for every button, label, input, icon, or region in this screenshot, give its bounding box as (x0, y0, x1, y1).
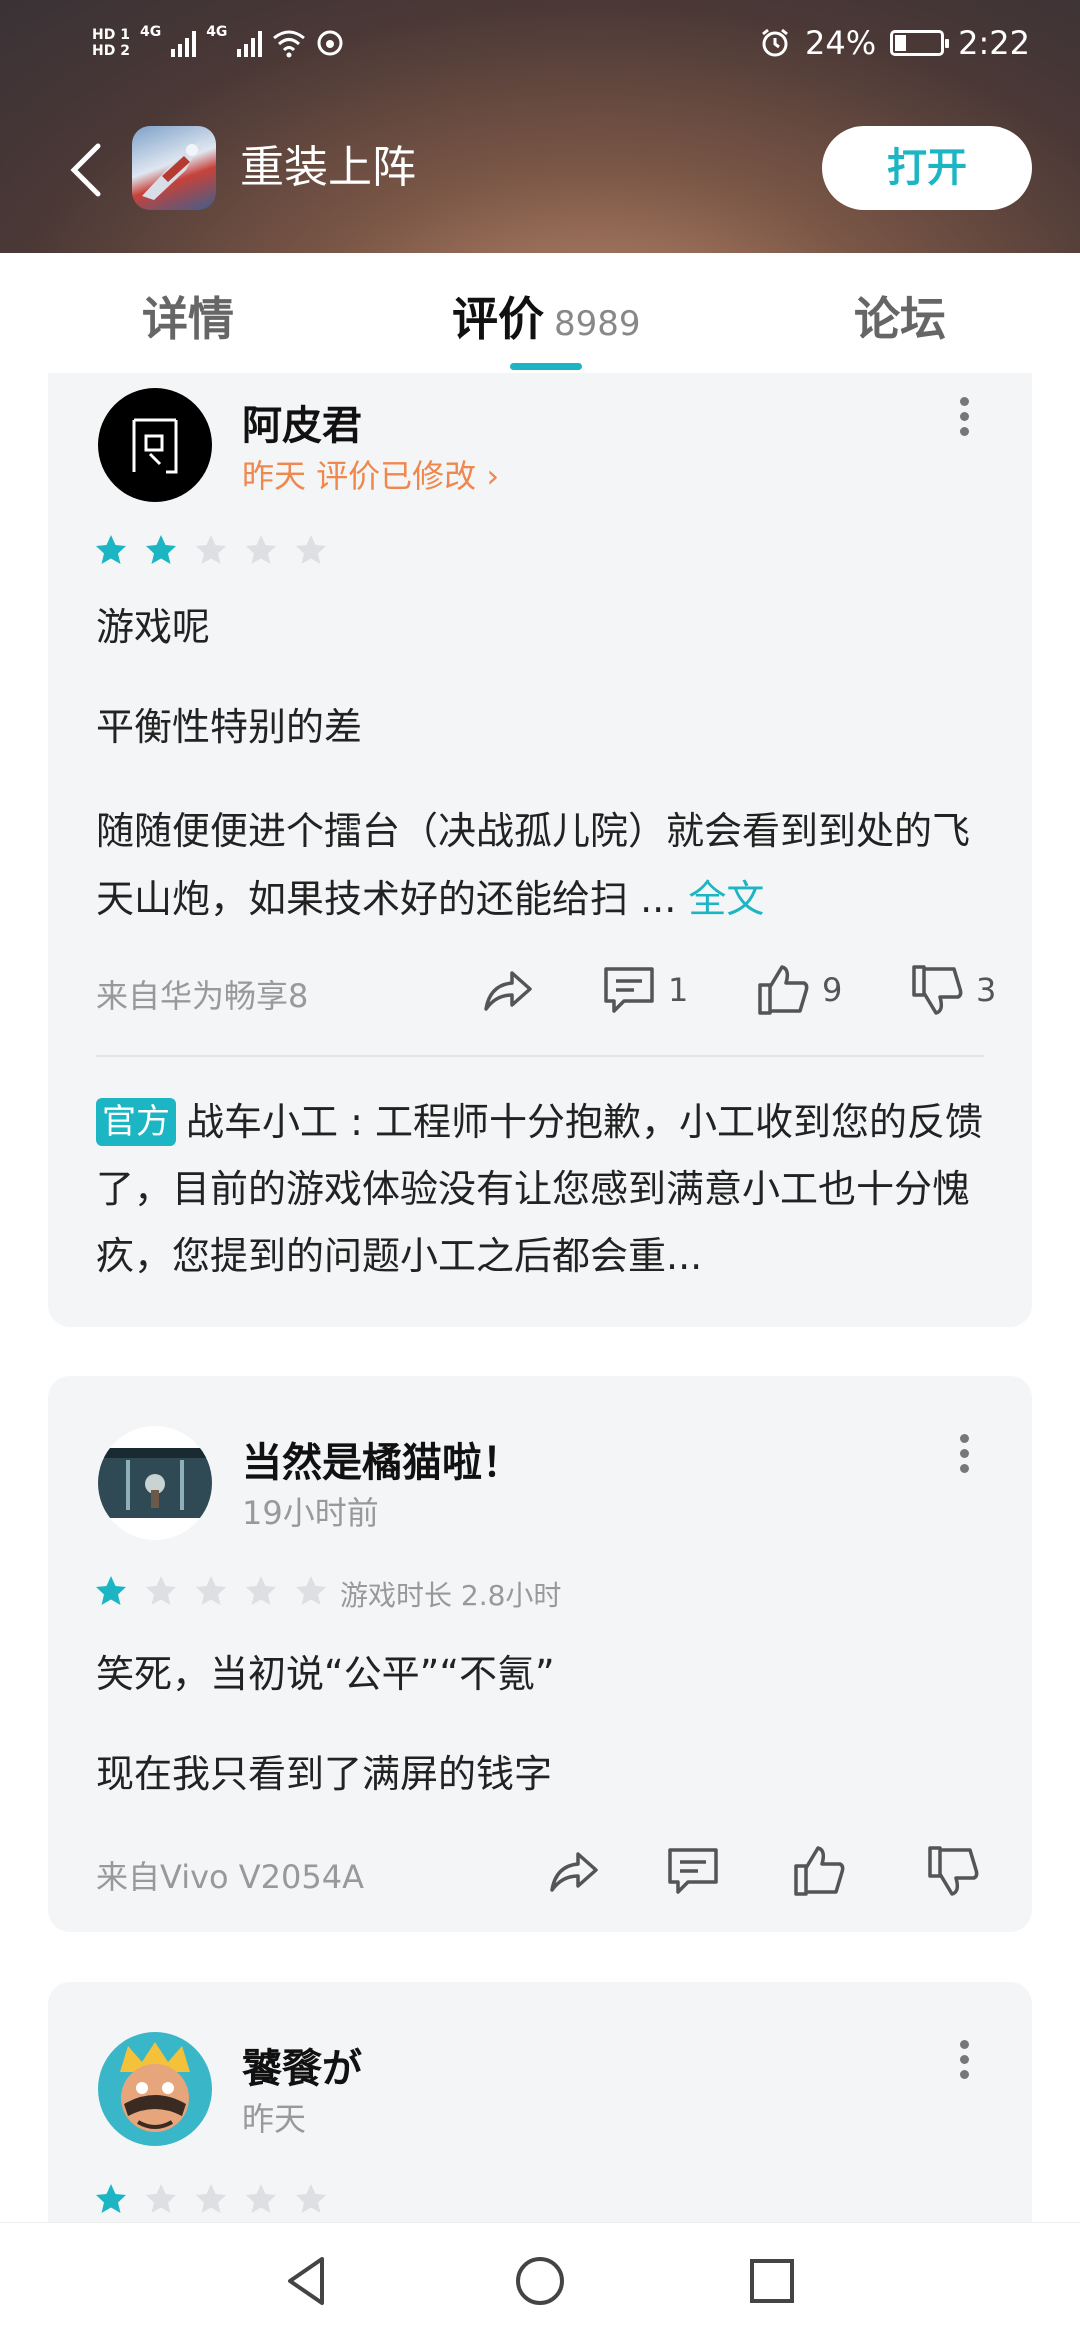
dislike-button[interactable] (924, 1842, 982, 1900)
review-card: 饕餮が 昨天 (48, 1982, 1032, 2222)
star-empty-icon (196, 1576, 226, 1605)
star-empty-icon (246, 2184, 276, 2213)
dislike-button[interactable]: 3 (908, 961, 996, 1019)
thumbs-up-icon (758, 965, 809, 1015)
star-empty-icon (196, 535, 226, 564)
star-empty-icon (296, 2184, 326, 2213)
star-empty-icon (146, 2184, 176, 2213)
review-card: 阿皮君 昨天 评价已修改 › 游戏呢 平衡性特别的差 随随便便进个擂台（决战孤儿… (48, 373, 1032, 1327)
review-body: 随随便便进个擂台（决战孤儿院）就会看到到处的飞天山炮，如果技术好的还能给扫 ..… (96, 809, 971, 921)
username[interactable]: 当然是橘猫啦！ (242, 1430, 522, 1488)
username[interactable]: 饕餮が (242, 2036, 362, 2094)
open-button[interactable]: 打开 (822, 126, 1032, 210)
status-bar: HD 1 HD 2 4G 4G 24% 2:22 (0, 18, 1080, 68)
comment-button[interactable]: 1 (600, 961, 688, 1019)
review-date[interactable]: 昨天 评价已修改 › (242, 451, 499, 497)
more-options-icon[interactable] (960, 1434, 970, 1474)
review-text-line: 笑死，当初说“公平”“不氪” (96, 1652, 555, 1696)
like-button[interactable]: 9 (754, 961, 842, 1019)
battery-icon (890, 30, 950, 56)
share-button[interactable] (544, 1842, 602, 1900)
comment-count: 1 (668, 971, 689, 1009)
chevron-right-icon: › (476, 457, 500, 495)
expand-full-text-link[interactable]: 全文 (688, 877, 764, 921)
system-nav-bar (0, 2222, 1080, 2340)
comment-icon (604, 967, 654, 1013)
nav-home-icon[interactable] (508, 2249, 572, 2313)
star-rating (94, 2182, 328, 2216)
review-text-line: 现在我只看到了满屏的钱字 (96, 1752, 553, 1796)
device-label: 来自华为畅享8 (96, 977, 309, 1015)
star-filled-icon (96, 1576, 126, 1605)
avatar[interactable] (98, 2032, 212, 2146)
network-type-2: 4G (206, 24, 228, 40)
star-empty-icon (246, 535, 276, 564)
share-icon (550, 1852, 598, 1892)
nav-back-icon[interactable] (276, 2249, 340, 2313)
star-empty-icon (246, 1576, 276, 1605)
star-filled-icon (96, 535, 126, 564)
tab-forum[interactable]: 论坛 (854, 283, 946, 349)
sim-indicator: HD 1 HD 2 (92, 27, 130, 59)
back-arrow-icon[interactable] (64, 140, 108, 200)
share-icon (484, 971, 532, 1011)
active-tab-indicator (510, 363, 582, 370)
app-icon (132, 126, 216, 210)
battery-percent: 24% (805, 24, 877, 62)
tab-bar: 详情 评价 8989 论坛 (0, 253, 1080, 373)
star-empty-icon (296, 1576, 326, 1605)
like-button[interactable] (790, 1842, 848, 1900)
wifi-icon (273, 30, 306, 58)
thumbs-down-icon (928, 1846, 979, 1896)
more-options-icon[interactable] (960, 2040, 970, 2080)
star-filled-icon (96, 2184, 126, 2213)
comment-button[interactable] (664, 1842, 722, 1900)
more-options-icon[interactable] (960, 397, 970, 437)
official-reply[interactable]: 官方 战车小工 : 工程师十分抱歉，小工收到您的反馈了，目前的游戏体验没有让您感到… (96, 1089, 996, 1290)
avatar[interactable] (98, 388, 212, 502)
clock: 2:22 (958, 24, 1030, 62)
share-button[interactable] (478, 961, 536, 1019)
playtime-label: 游戏时长 2.8小时 (340, 1579, 562, 1612)
star-rating (94, 533, 328, 567)
review-text-line: 平衡性特别的差 (96, 705, 363, 749)
thumbs-up-icon (794, 1846, 845, 1896)
thumbs-down-icon (912, 965, 963, 1015)
network-type-1: 4G (139, 24, 162, 40)
review-count: 8989 (554, 304, 641, 344)
nav-recents-icon[interactable] (740, 2249, 804, 2313)
star-rating (94, 1574, 328, 1608)
star-empty-icon (146, 1576, 176, 1605)
tab-reviews[interactable]: 评价 8989 (452, 283, 641, 349)
app-header: HD 1 HD 2 4G 4G 24% 2:22 重装上阵 打开 (0, 0, 1080, 253)
comment-icon (668, 1848, 718, 1894)
signal-icon (171, 29, 197, 57)
data-saver-icon (317, 30, 343, 56)
review-text-line: 游戏呢 (96, 605, 211, 649)
review-date: 19小时前 (242, 1494, 379, 1532)
device-label: 来自Vivo V2054A (96, 1858, 364, 1896)
review-card: 当然是橘猫啦！ 19小时前 游戏时长 2.8小时 笑死，当初说“公平”“不氪” … (48, 1376, 1032, 1932)
alarm-icon (762, 28, 788, 57)
app-title: 重装上阵 (240, 142, 416, 193)
dislike-count: 3 (976, 971, 997, 1009)
like-count: 9 (822, 971, 843, 1009)
review-date: 昨天 (242, 2100, 307, 2138)
avatar[interactable] (98, 1426, 212, 1540)
username[interactable]: 阿皮君 (242, 393, 362, 451)
star-empty-icon (296, 535, 326, 564)
official-badge: 官方 (96, 1098, 176, 1146)
tab-details[interactable]: 详情 (142, 283, 234, 349)
signal-icon-2 (237, 29, 263, 57)
star-filled-icon (146, 535, 176, 564)
star-empty-icon (196, 2184, 226, 2213)
divider (96, 1055, 984, 1057)
